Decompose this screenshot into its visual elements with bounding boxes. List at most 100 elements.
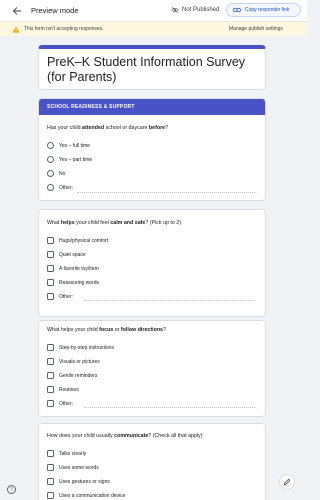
- option-label: Hugs/physical comfort: [59, 237, 109, 244]
- question-emphasis: calm and safe: [110, 220, 146, 226]
- checkbox-option[interactable]: Uses a communication device: [47, 492, 125, 499]
- question-emphasis: focus: [99, 327, 114, 333]
- question-card-communicate: How does your child usually communicate?…: [38, 423, 266, 500]
- warning-icon: [12, 25, 20, 33]
- radio-button[interactable]: [47, 184, 54, 191]
- checkbox-option[interactable]: Reassuring words: [47, 279, 99, 286]
- question-text: ?: [165, 125, 169, 131]
- arrow-left-icon[interactable]: [11, 5, 23, 17]
- eye-off-icon: [171, 6, 179, 14]
- checkbox[interactable]: [47, 464, 54, 471]
- question-emphasis: helps: [60, 220, 75, 226]
- copy-responder-link-button[interactable]: Copy responder link: [226, 3, 301, 17]
- section-card-readiness: SCHOOL READINESS & SUPPORT Has your chil…: [38, 98, 266, 201]
- option-label: Quiet space: [59, 251, 86, 258]
- checkbox-option-other[interactable]: Other:: [47, 293, 73, 300]
- question-text: Has your child: [47, 125, 83, 131]
- checkbox[interactable]: [47, 478, 54, 485]
- question-text: school or daycare: [104, 125, 149, 131]
- checkbox[interactable]: [47, 358, 54, 365]
- question-emphasis: before: [148, 125, 166, 131]
- other-text-input[interactable]: [77, 192, 255, 193]
- question-text: ? (Check all that apply): [148, 433, 203, 439]
- question-focus: What helps your child focus or follow di…: [47, 327, 166, 333]
- option-label: Talks clearly: [59, 450, 87, 457]
- radio-option[interactable]: Yes – full time: [47, 142, 90, 149]
- question-emphasis: attended: [82, 125, 105, 131]
- option-label: Routines: [59, 386, 79, 393]
- top-bar: Preview mode Not Published Copy responde…: [0, 0, 307, 22]
- radio-button[interactable]: [47, 170, 54, 177]
- preview-mode-title: Preview mode: [31, 6, 79, 15]
- checkbox[interactable]: [47, 400, 54, 407]
- checkbox[interactable]: [47, 492, 54, 499]
- checkbox-option[interactable]: Quiet space: [47, 251, 86, 258]
- checkbox-option[interactable]: Visuals or pictures: [47, 358, 100, 365]
- checkbox[interactable]: [47, 450, 54, 457]
- radio-option[interactable]: No: [47, 170, 65, 177]
- notice-text: This form isn't accepting responses.: [24, 26, 104, 32]
- section-title: SCHOOL READINESS & SUPPORT: [39, 99, 265, 115]
- pencil-icon[interactable]: [279, 474, 295, 490]
- checkbox-option[interactable]: Hugs/physical comfort: [47, 237, 108, 244]
- checkbox[interactable]: [47, 293, 54, 300]
- checkbox[interactable]: [47, 344, 54, 351]
- radio-button[interactable]: [47, 142, 54, 149]
- option-label: Yes – full time: [59, 142, 90, 149]
- checkbox[interactable]: [47, 279, 54, 286]
- form-header-card: PreK–K Student Information Survey (for P…: [38, 45, 266, 90]
- other-text-input[interactable]: [84, 300, 255, 301]
- form-title: PreK–K Student Information Survey (for P…: [47, 55, 246, 84]
- checkbox-option-other[interactable]: Other:: [47, 400, 73, 407]
- not-published-status[interactable]: Not Published: [171, 6, 219, 14]
- option-label: Other:: [59, 293, 73, 300]
- question-emphasis: communicate: [114, 433, 149, 439]
- option-label: Gentle reminders: [59, 372, 98, 379]
- option-label: A favorite toy/item: [59, 265, 99, 272]
- radio-button[interactable]: [47, 156, 54, 163]
- question-calm: What helps your child feel calm and safe…: [47, 220, 181, 226]
- radio-option-other[interactable]: Other:: [47, 184, 73, 191]
- checkbox-option[interactable]: Uses gestures or signs: [47, 478, 110, 485]
- checkbox-option[interactable]: Step-by-step instructions: [47, 344, 114, 351]
- manage-publish-settings-link[interactable]: Manage publish settings: [229, 26, 283, 32]
- checkbox-option[interactable]: A favorite toy/item: [47, 265, 99, 272]
- question-text: your child feel: [74, 220, 111, 226]
- question-communicate: How does your child usually communicate?…: [47, 433, 202, 439]
- checkbox[interactable]: [47, 251, 54, 258]
- help-icon[interactable]: ?: [7, 485, 16, 494]
- question-card-focus: What helps your child focus or follow di…: [38, 320, 266, 417]
- option-label: Yes – part time: [59, 156, 93, 163]
- other-text-input[interactable]: [84, 407, 255, 408]
- question-emphasis: follow directions: [120, 327, 164, 333]
- option-label: Other:: [59, 184, 73, 191]
- question-text: ? (Pick up to 2): [145, 220, 181, 226]
- question-attended: Has your child attended school or daycar…: [47, 125, 168, 131]
- option-label: Other:: [59, 400, 73, 407]
- option-label: Step-by-step instructions: [59, 344, 115, 351]
- copy-responder-link-label: Copy responder link: [245, 7, 290, 13]
- not-accepting-notice: This form isn't accepting responses. Man…: [0, 22, 307, 36]
- option-label: Uses some words: [59, 464, 99, 471]
- checkbox-option[interactable]: Routines: [47, 386, 79, 393]
- question-text: How does your child usually: [47, 433, 115, 439]
- checkbox-option[interactable]: Gentle reminders: [47, 372, 97, 379]
- checkbox-option[interactable]: Talks clearly: [47, 450, 86, 457]
- option-label: No: [59, 170, 66, 177]
- question-text: or: [113, 327, 121, 333]
- checkbox[interactable]: [47, 265, 54, 272]
- radio-option[interactable]: Yes – part time: [47, 156, 92, 163]
- option-label: Uses a communication device: [59, 492, 126, 499]
- option-label: Uses gestures or signs: [59, 478, 110, 485]
- question-card-calm: What helps your child feel calm and safe…: [38, 209, 266, 317]
- question-text: ?: [163, 327, 166, 333]
- checkbox[interactable]: [47, 237, 54, 244]
- link-icon: [233, 7, 241, 13]
- checkbox[interactable]: [47, 386, 54, 393]
- option-label: Visuals or pictures: [59, 358, 100, 365]
- checkbox[interactable]: [47, 372, 54, 379]
- question-text: What: [47, 220, 61, 226]
- option-label: Reassuring words: [59, 279, 100, 286]
- checkbox-option[interactable]: Uses some words: [47, 464, 99, 471]
- question-text: What helps your child: [47, 327, 100, 333]
